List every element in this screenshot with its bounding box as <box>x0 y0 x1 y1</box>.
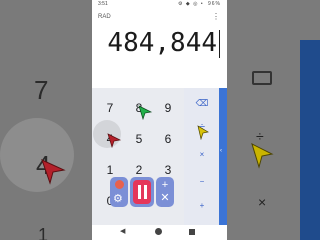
bg-multiply-icon: × <box>258 194 267 210</box>
status-time: 3:51 <box>98 1 108 7</box>
record-indicator-icon <box>115 180 124 189</box>
key-5[interactable]: 5 <box>127 128 151 150</box>
result-value: 484,844 <box>107 28 217 58</box>
status-icons: ⚙ ◆ ◎ • 96% <box>178 1 221 7</box>
multiply-button[interactable]: × <box>192 145 212 163</box>
green-pointer-icon <box>138 105 153 120</box>
nav-recents-icon[interactable] <box>189 229 195 235</box>
nav-back-icon[interactable]: ◀ <box>120 227 125 235</box>
battery-level: 96% <box>207 1 221 7</box>
add-close-control[interactable]: + ✕ <box>156 177 174 207</box>
more-options-icon[interactable]: ⋮ <box>212 13 220 21</box>
backspace-button[interactable]: ⌫ <box>192 94 212 112</box>
bg-yellow-pointer-icon <box>251 143 274 169</box>
close-icon[interactable]: ✕ <box>160 193 169 204</box>
chevron-left-icon: ‹ <box>220 148 222 154</box>
notification-icons: ⚙ ◆ ◎ • <box>177 1 204 7</box>
nav-home-icon[interactable] <box>155 228 162 235</box>
bg-divide-icon: ÷ <box>256 128 264 144</box>
status-bar: 3:51 ⚙ ◆ ◎ • 96% <box>92 0 227 8</box>
key-6[interactable]: 6 <box>156 128 180 150</box>
pause-icon <box>133 180 151 204</box>
key-9[interactable]: 9 <box>156 97 180 119</box>
red-pointer-icon <box>107 133 122 148</box>
plus-button[interactable]: + <box>192 196 212 214</box>
gear-icon: ⚙ <box>113 193 123 205</box>
yellow-pointer-icon <box>197 125 209 140</box>
bg-digit-7: 7 <box>34 75 49 105</box>
bg-digit-1: 1 <box>38 225 49 240</box>
record-settings-button[interactable]: ⚙ <box>110 177 128 207</box>
minus-button[interactable]: − <box>192 172 212 190</box>
key-7[interactable]: 7 <box>98 97 122 119</box>
navigation-bar: ◀ <box>92 225 227 240</box>
pause-button[interactable] <box>130 177 154 207</box>
bg-red-pointer-icon <box>41 159 66 185</box>
angle-mode-label[interactable]: RAD <box>98 14 111 20</box>
plus-icon[interactable]: + <box>162 180 168 191</box>
advanced-panel-handle[interactable]: ‹ <box>219 88 227 225</box>
text-cursor <box>218 30 220 58</box>
bg-backspace-icon <box>252 71 272 85</box>
calculator-display: RAD ⋮ 484,844 <box>92 8 227 88</box>
